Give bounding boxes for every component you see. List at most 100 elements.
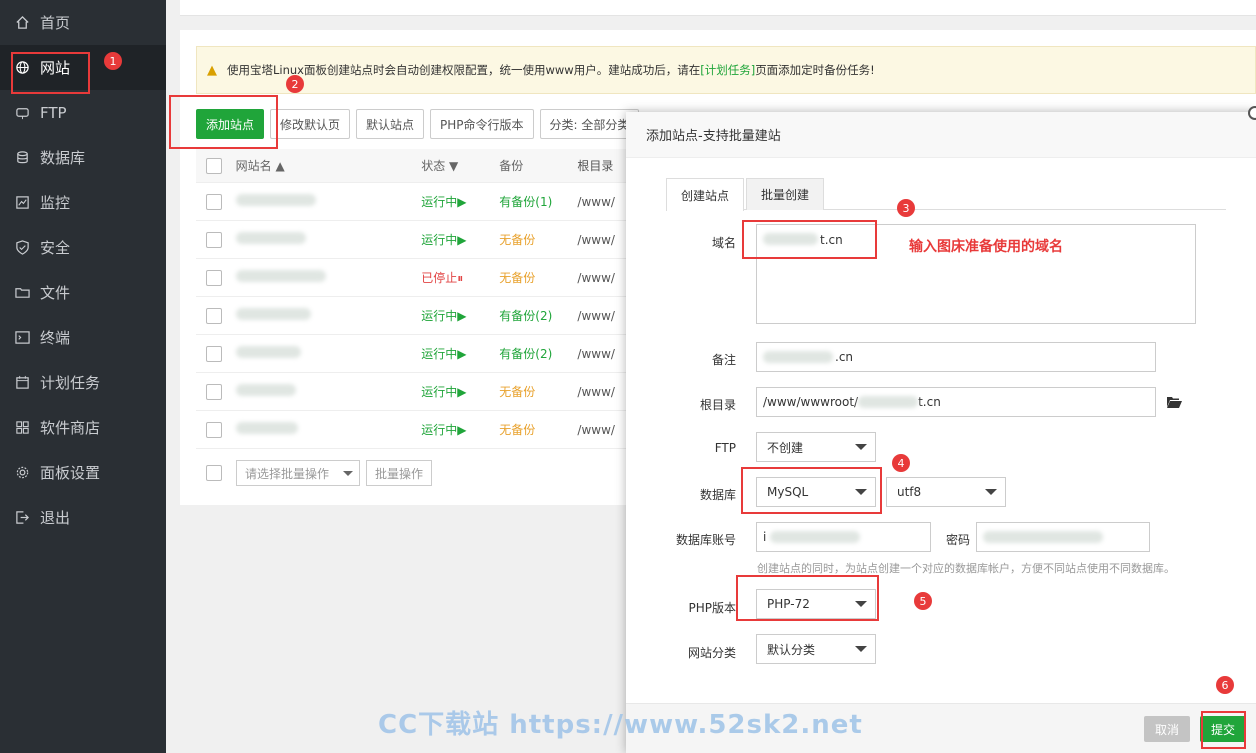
folder-open-icon[interactable] (1166, 395, 1182, 412)
status[interactable]: 运行中▶ (421, 345, 499, 362)
ftp-select-value: 不创建 (767, 440, 804, 455)
status[interactable]: 已停止⏸ (421, 269, 499, 286)
root-label: 根目录 (699, 398, 736, 412)
sidebar-item-label: 监控 (40, 194, 71, 212)
sidebar-item-label: 软件商店 (40, 419, 101, 437)
select-all-checkbox[interactable] (206, 157, 222, 174)
backup[interactable]: 无备份 (499, 231, 577, 248)
sidebar-item-settings[interactable]: 面板设置 (0, 450, 166, 495)
sidebar-item-label: 面板设置 (40, 464, 101, 482)
annotation-badge: 5 (914, 592, 932, 610)
table-row[interactable]: 运行中▶ 有备份(2) /www/ (196, 335, 636, 373)
row-checkbox[interactable] (206, 231, 222, 248)
backup[interactable]: 有备份(2) (499, 307, 577, 324)
annotation-note: 输入图床准备使用的域名 (909, 239, 1063, 255)
watermark: CC下载站 https://www.52sk2.net (378, 710, 863, 740)
root-input[interactable]: /www/wwwroot/t.cn (756, 387, 1156, 417)
table-row[interactable]: 运行中▶ 无备份 /www/ (196, 411, 636, 449)
grid-icon (14, 420, 30, 436)
top-panel (180, 0, 1256, 16)
database-icon (14, 150, 30, 166)
category-filter[interactable]: 分类: 全部分类 (539, 109, 640, 139)
root-value-suffix: t.cn (918, 395, 941, 409)
charset-select-value: utf8 (897, 485, 922, 499)
status[interactable]: 运行中▶ (421, 231, 499, 248)
row-checkbox[interactable] (206, 269, 222, 286)
remark-input[interactable]: .cn (756, 342, 1156, 372)
row-checkbox[interactable] (206, 383, 222, 400)
ftp-select[interactable]: 不创建 (756, 432, 876, 462)
row-checkbox[interactable] (206, 307, 222, 324)
table-row[interactable]: 运行中▶ 有备份(1) /www/ (196, 183, 636, 221)
sidebar-item-files[interactable]: 文件 (0, 270, 166, 315)
batch-select[interactable]: 请选择批量操作 (236, 460, 360, 486)
status[interactable]: 运行中▶ (421, 383, 499, 400)
edit-default-page-button[interactable]: 修改默认页 (270, 109, 351, 139)
default-site-button[interactable]: 默认站点 (356, 109, 425, 139)
warning-icon: ▲ (207, 62, 217, 78)
header-status[interactable]: 状态 ▼ (421, 157, 499, 174)
table-row[interactable]: 已停止⏸ 无备份 /www/ (196, 259, 636, 297)
sidebar-item-ftp[interactable]: FTP (0, 90, 166, 135)
close-icon[interactable] (1248, 106, 1256, 120)
header-name[interactable]: 网站名 ▲ (236, 157, 422, 174)
sidebar-item-logout[interactable]: 退出 (0, 495, 166, 540)
dialog-tabs: 创建站点 批量创建 (666, 178, 1226, 211)
backup[interactable]: 有备份(1) (499, 193, 577, 210)
php-cli-button[interactable]: PHP命令行版本 (430, 109, 534, 139)
cron-link[interactable]: [计划任务] (700, 62, 755, 78)
sidebar-item-label: 安全 (40, 239, 71, 257)
remark-value: .cn (835, 350, 854, 364)
sidebar-item-store[interactable]: 软件商店 (0, 405, 166, 450)
table-header: 网站名 ▲ 状态 ▼ 备份 根目录 (196, 149, 636, 183)
charset-select[interactable]: utf8 (886, 477, 1006, 507)
site-name[interactable] (235, 384, 422, 399)
site-name[interactable] (235, 194, 422, 209)
logout-icon (14, 510, 30, 526)
db-password-input[interactable] (976, 522, 1150, 552)
tab-create-site[interactable]: 创建站点 (666, 178, 745, 211)
site-name[interactable] (235, 232, 422, 247)
db-account-input[interactable]: i (756, 522, 931, 552)
annotation-box-add-site (169, 95, 278, 149)
backup[interactable]: 无备份 (499, 421, 577, 438)
backup[interactable]: 无备份 (499, 269, 577, 286)
table-row[interactable]: 运行中▶ 无备份 /www/ (196, 221, 636, 259)
annotation-badge: 4 (892, 454, 910, 472)
dialog-title: 添加站点-支持批量建站 (626, 112, 1256, 158)
sidebar-item-terminal[interactable]: 终端 (0, 315, 166, 360)
tab-batch-create[interactable]: 批量创建 (746, 178, 825, 210)
batch-checkbox[interactable] (206, 465, 222, 481)
site-name[interactable] (235, 422, 422, 437)
add-site-dialog: 添加站点-支持批量建站 创建站点 批量创建 域名 t.cn 备注 .cn 根目录… (626, 106, 1256, 753)
table-row[interactable]: 运行中▶ 有备份(2) /www/ (196, 297, 636, 335)
backup[interactable]: 有备份(2) (499, 345, 577, 362)
sidebar-item-security[interactable]: 安全 (0, 225, 166, 270)
chevron-down-icon (855, 444, 867, 450)
site-name[interactable] (235, 270, 422, 285)
php-version-label: PHP版本 (688, 601, 737, 615)
sidebar-background (0, 541, 166, 753)
status[interactable]: 运行中▶ (421, 307, 499, 324)
status[interactable]: 运行中▶ (421, 421, 499, 438)
sidebar-item-label: 计划任务 (40, 374, 101, 392)
row-checkbox[interactable] (206, 421, 222, 438)
db-hint: 创建站点的同时，为站点创建一个对应的数据库帐户，方便不同站点使用不同数据库。 (757, 562, 1175, 575)
sidebar-item-label: 退出 (40, 509, 71, 527)
category-select[interactable]: 默认分类 (756, 634, 876, 664)
cancel-button[interactable]: 取消 (1144, 716, 1190, 742)
alert-text-end: 页面添加定时备份任务! (755, 63, 875, 77)
sidebar-item-database[interactable]: 数据库 (0, 135, 166, 180)
sidebar-item-cron[interactable]: 计划任务 (0, 360, 166, 405)
site-name[interactable] (235, 346, 422, 361)
backup[interactable]: 无备份 (499, 383, 577, 400)
status[interactable]: 运行中▶ (421, 193, 499, 210)
table-row[interactable]: 运行中▶ 无备份 /www/ (196, 373, 636, 411)
sidebar-item-home[interactable]: 首页 (0, 0, 166, 45)
ftp-icon (14, 105, 30, 121)
site-name[interactable] (235, 308, 422, 323)
sidebar-item-monitor[interactable]: 监控 (0, 180, 166, 225)
batch-button[interactable]: 批量操作 (366, 460, 433, 486)
row-checkbox[interactable] (206, 193, 222, 210)
row-checkbox[interactable] (206, 345, 222, 362)
